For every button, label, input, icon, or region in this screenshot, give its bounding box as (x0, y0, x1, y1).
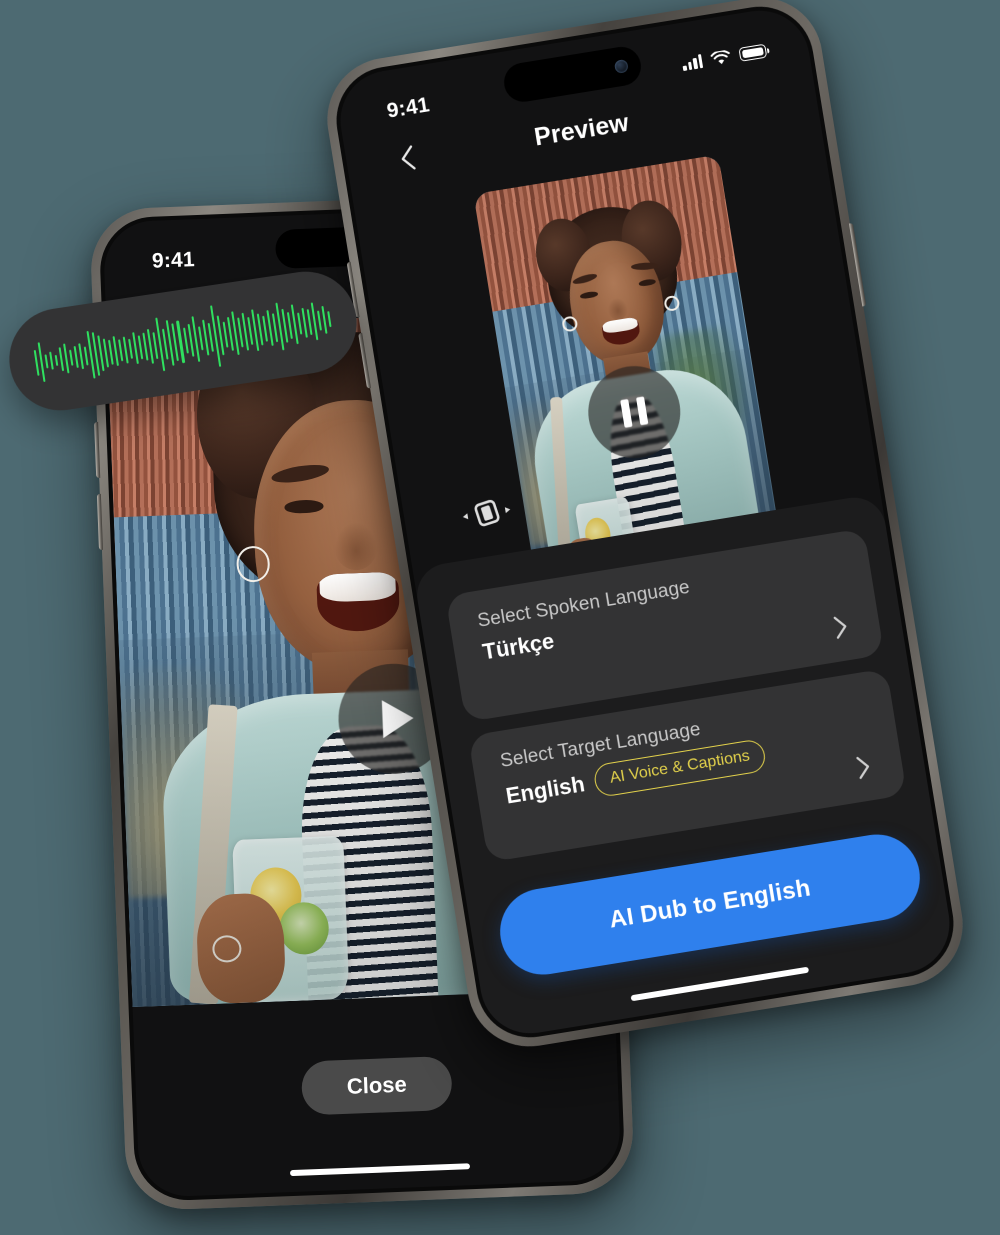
target-language-chevron[interactable] (850, 753, 878, 781)
volume-up-button[interactable] (94, 421, 101, 479)
back-button[interactable] (391, 141, 425, 175)
pause-icon (620, 396, 649, 428)
wifi-icon (710, 49, 730, 64)
waveform-bar (316, 310, 322, 331)
status-time: 9:41 (151, 248, 196, 273)
rotate-orientation-button[interactable] (458, 488, 516, 538)
cellular-signal-icon (682, 54, 704, 71)
waveform-bar (54, 354, 59, 366)
waveform-bar (73, 345, 79, 368)
waveform-bar (118, 339, 124, 362)
status-indicators (682, 43, 768, 71)
waveform-bar (296, 312, 303, 335)
waveform-bar (197, 326, 204, 351)
home-indicator[interactable] (289, 1163, 471, 1177)
front-camera-icon (613, 58, 629, 74)
waveform-bar (222, 321, 229, 348)
spoken-language-value: Türkçe (480, 628, 556, 665)
waveform-bar (37, 342, 46, 383)
close-button-label: Close (346, 1071, 408, 1099)
volume-down-button[interactable] (96, 493, 104, 550)
status-time: 9:41 (385, 93, 432, 123)
spoken-language-text: Select Spoken Language Türkçe (445, 528, 876, 670)
spoken-language-chevron[interactable] (828, 613, 856, 641)
waveform-bar (49, 351, 54, 370)
waveform-bar (128, 338, 134, 359)
play-icon (381, 698, 414, 739)
waveform-bar (69, 349, 74, 366)
waveform-bar (182, 327, 189, 354)
ai-dub-button[interactable]: AI Dub to English (493, 828, 927, 981)
battery-full-icon (738, 43, 768, 62)
close-button[interactable]: Close (300, 1055, 453, 1116)
ai-dub-button-label: AI Dub to English (607, 874, 813, 934)
options-sheet: Select Spoken Language Türkçe Select Tar… (412, 492, 957, 1041)
waveform-bar (44, 354, 49, 369)
rotate-orientation-icon (462, 499, 511, 527)
mockup-canvas: 9:41 Close 9:41 Preview Select Spoken La… (0, 0, 1000, 1235)
waveform-bar (321, 305, 328, 334)
target-language-value: English (503, 770, 587, 809)
waveform-bar (327, 311, 332, 328)
waveform-bar (63, 343, 70, 374)
chevron-left-icon (401, 145, 416, 170)
waveform-bar (83, 345, 89, 366)
chevron-right-icon (856, 756, 870, 779)
chevron-right-icon (833, 616, 847, 639)
